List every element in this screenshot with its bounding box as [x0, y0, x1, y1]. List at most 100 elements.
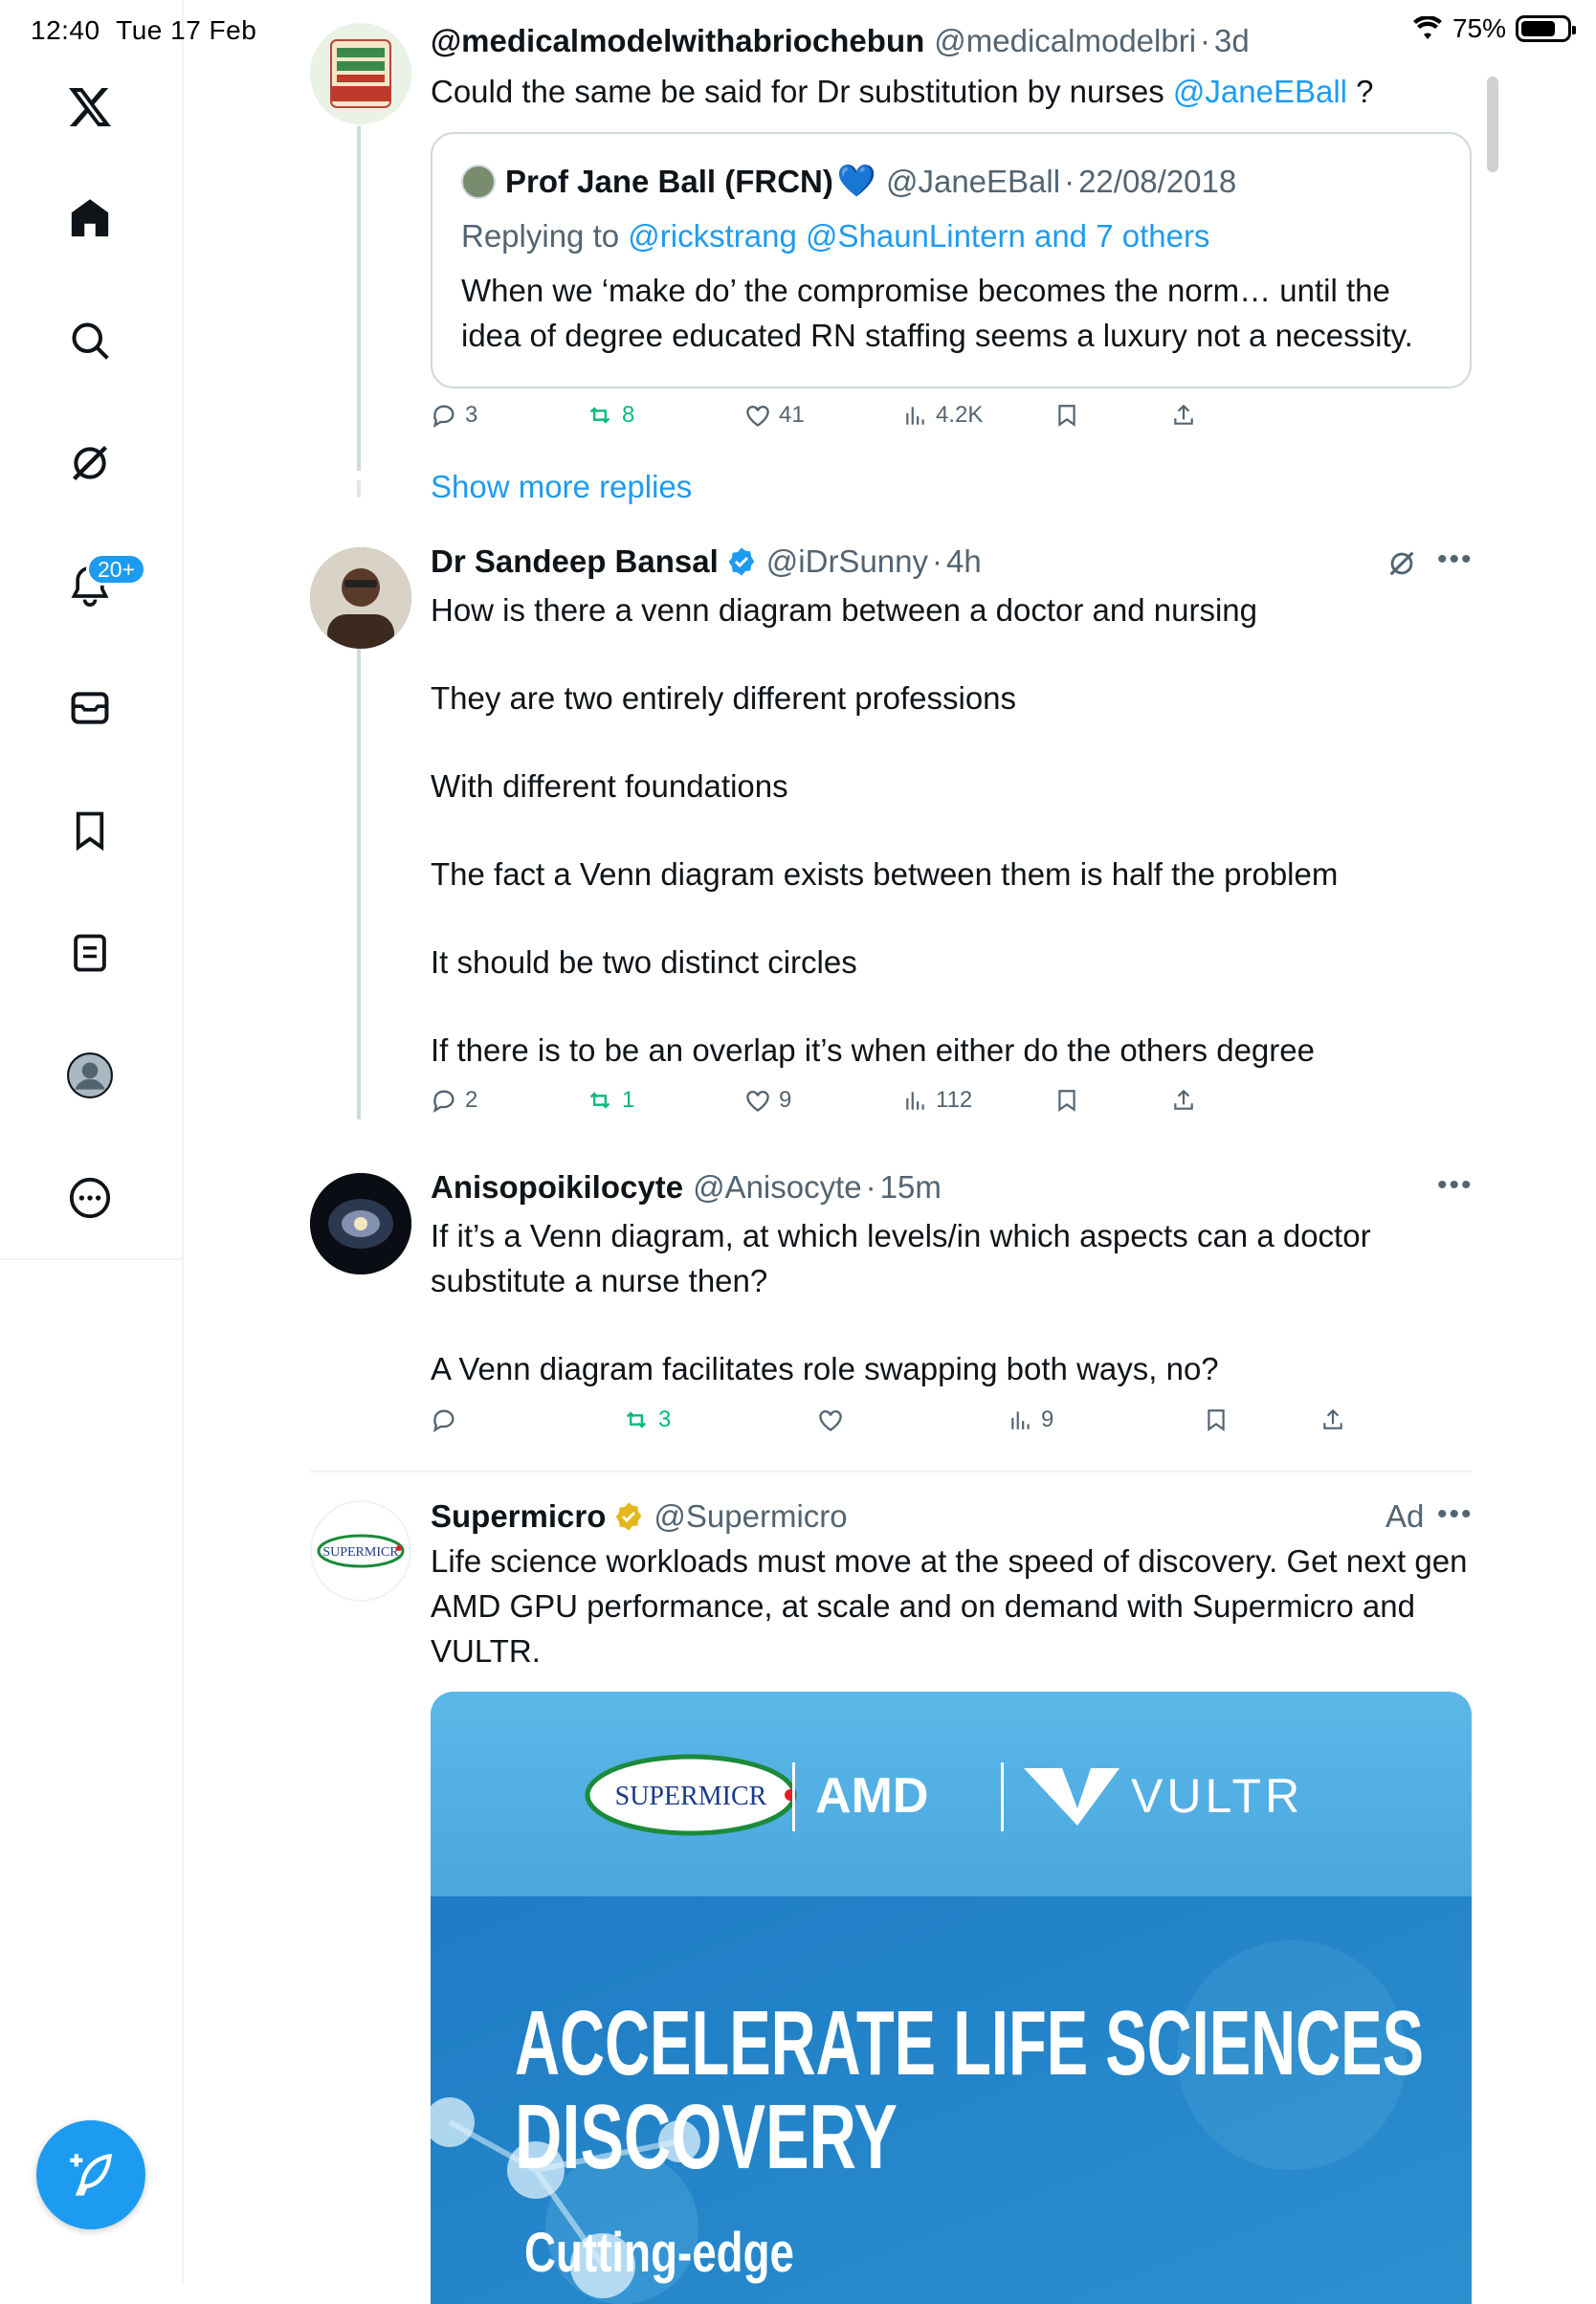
show-more-replies[interactable]: Show more replies [431, 469, 692, 505]
bookmark-button[interactable] [1204, 1407, 1229, 1433]
more-options-button[interactable]: ••• [1437, 1169, 1474, 1202]
battery-icon [1516, 15, 1576, 42]
status-right: 75% [1412, 13, 1576, 44]
repost-button[interactable]: 1 [586, 1087, 634, 1114]
share-icon [1174, 404, 1193, 425]
heart-icon [746, 1090, 769, 1112]
reply-icon [432, 405, 454, 428]
reply-count: 2 [465, 1087, 478, 1113]
author-handle[interactable]: @Supermicro [654, 1498, 847, 1535]
tweet-time[interactable]: 15m [880, 1169, 942, 1206]
views-button[interactable]: 4.2K [903, 402, 983, 429]
views-icon [906, 1092, 924, 1110]
tweet-text: If it’s a Venn diagram, at which levels/… [431, 1218, 1371, 1386]
reply-count: 3 [465, 402, 478, 428]
bookmark-icon [1058, 1090, 1075, 1112]
reply-button[interactable] [431, 1407, 457, 1433]
tweet-divider [310, 1471, 1472, 1473]
feed: @medicalmodelwithabriochebun @medicalmod… [186, 0, 1506, 2304]
x-logo-icon[interactable] [63, 80, 117, 134]
lists-icon[interactable] [63, 926, 117, 980]
compose-button[interactable] [36, 2120, 145, 2229]
tweet-actions: 3 9 [431, 1407, 1349, 1445]
thread-line [357, 126, 361, 471]
repost-count: 1 [622, 1087, 635, 1113]
quote-tweet[interactable]: Prof Jane Ball (FRCN) 💙 @JaneEBall · 22/… [431, 132, 1472, 388]
heart-icon [819, 1409, 842, 1431]
reply-button[interactable]: 3 [431, 402, 477, 429]
avatar[interactable] [310, 1173, 411, 1274]
author-name[interactable]: Dr Sandeep Bansal [431, 543, 719, 580]
views-count: 112 [936, 1087, 973, 1113]
ad-headline-2: DISCOVERY [515, 2086, 898, 2188]
avatar[interactable]: SUPERMICR [310, 1500, 411, 1602]
bookmark-icon[interactable] [63, 804, 117, 857]
more-icon[interactable] [63, 1171, 117, 1225]
share-icon [1174, 1089, 1193, 1110]
home-icon[interactable] [63, 191, 117, 245]
like-button[interactable]: 9 [744, 1087, 791, 1114]
heart-emoji: 💙 [836, 163, 876, 198]
logo-vultr-text: VULTR [1131, 1769, 1303, 1823]
logo-amd-text: AMD [815, 1768, 928, 1824]
grok-icon[interactable] [1385, 547, 1418, 580]
logo-supermicro-text: SUPERMICR [615, 1782, 767, 1811]
repost-count: 8 [622, 402, 635, 428]
author-handle[interactable]: @iDrSunny [766, 543, 928, 580]
reply-button[interactable]: 2 [431, 1087, 477, 1114]
views-button[interactable]: 9 [1009, 1407, 1053, 1433]
share-button[interactable] [1171, 402, 1196, 429]
repost-icon [589, 407, 610, 424]
more-options-button[interactable]: ••• [1437, 1498, 1474, 1531]
quote-date: 22/08/2018 [1078, 163, 1237, 199]
battery-percent: 75% [1452, 13, 1506, 43]
avatar[interactable] [310, 547, 411, 649]
mail-icon[interactable] [63, 681, 117, 735]
views-count: 4.2K [936, 402, 984, 428]
quote-header: Prof Jane Ball (FRCN) 💙 @JaneEBall · 22/… [461, 163, 1236, 200]
sidebar: 20+ [0, 0, 184, 2285]
tweet-text: Could the same be said for Dr substituti… [431, 74, 1374, 109]
tweet-actions: 2 1 9 112 [431, 1087, 1193, 1125]
search-icon[interactable] [63, 314, 117, 367]
author-handle[interactable]: @Anisocyte [693, 1169, 862, 1206]
bookmark-icon [1208, 1409, 1225, 1431]
like-count: 9 [779, 1087, 792, 1113]
repost-button[interactable]: 3 [622, 1407, 671, 1433]
quote-avatar [461, 164, 496, 199]
views-icon [1011, 1411, 1030, 1429]
status-time-date: 12:40 Tue 17 Feb [31, 15, 257, 45]
repost-button[interactable]: 8 [586, 402, 634, 429]
repost-icon [626, 1411, 647, 1429]
mention-link[interactable]: @JaneEBall [1173, 74, 1347, 109]
like-button[interactable]: 41 [744, 402, 805, 429]
compose-feather-icon [70, 2153, 113, 2196]
more-options-button[interactable]: ••• [1437, 543, 1474, 576]
quote-text: When we ‘make do’ the compromise becomes… [461, 273, 1413, 353]
ad-subline: Cutting-edge [524, 2222, 794, 2284]
bookmark-button[interactable] [1054, 1087, 1079, 1114]
grok-icon[interactable] [63, 436, 117, 490]
quote-replying-to: Replying to @rickstrang @ShaunLintern an… [461, 218, 1210, 254]
quote-author-handle: @JaneEBall [885, 163, 1061, 199]
author-name[interactable]: Supermicro [431, 1498, 606, 1535]
bookmark-button[interactable] [1054, 402, 1079, 429]
repost-count: 3 [658, 1407, 672, 1432]
tweet-text: How is there a venn diagram between a do… [431, 592, 1339, 1068]
replying-to-links[interactable]: @rickstrang @ShaunLintern and 7 others [628, 218, 1209, 254]
ad-label: Ad [1385, 1498, 1425, 1534]
author-name[interactable]: Anisopoikilocyte [431, 1169, 683, 1206]
share-button[interactable] [1320, 1407, 1345, 1433]
sidebar-divider [0, 1258, 184, 1260]
views-button[interactable]: 112 [903, 1087, 972, 1114]
profile-icon[interactable] [63, 1049, 117, 1102]
share-button[interactable] [1171, 1087, 1196, 1114]
tweet-header: Supermicro @Supermicro [431, 1498, 848, 1535]
ad-image[interactable]: SUPERMICR AMD VULTR ACCELERATE LIFE SCIE… [431, 1692, 1472, 2304]
notification-badge: 20+ [86, 553, 147, 586]
like-button[interactable] [817, 1407, 844, 1433]
tweet-text: Life science workloads must move at the … [431, 1543, 1468, 1669]
verified-gold-badge-icon [616, 1502, 642, 1531]
tweet-time[interactable]: 4h [946, 543, 982, 580]
svg-text:SUPERMICR: SUPERMICR [322, 1545, 399, 1560]
